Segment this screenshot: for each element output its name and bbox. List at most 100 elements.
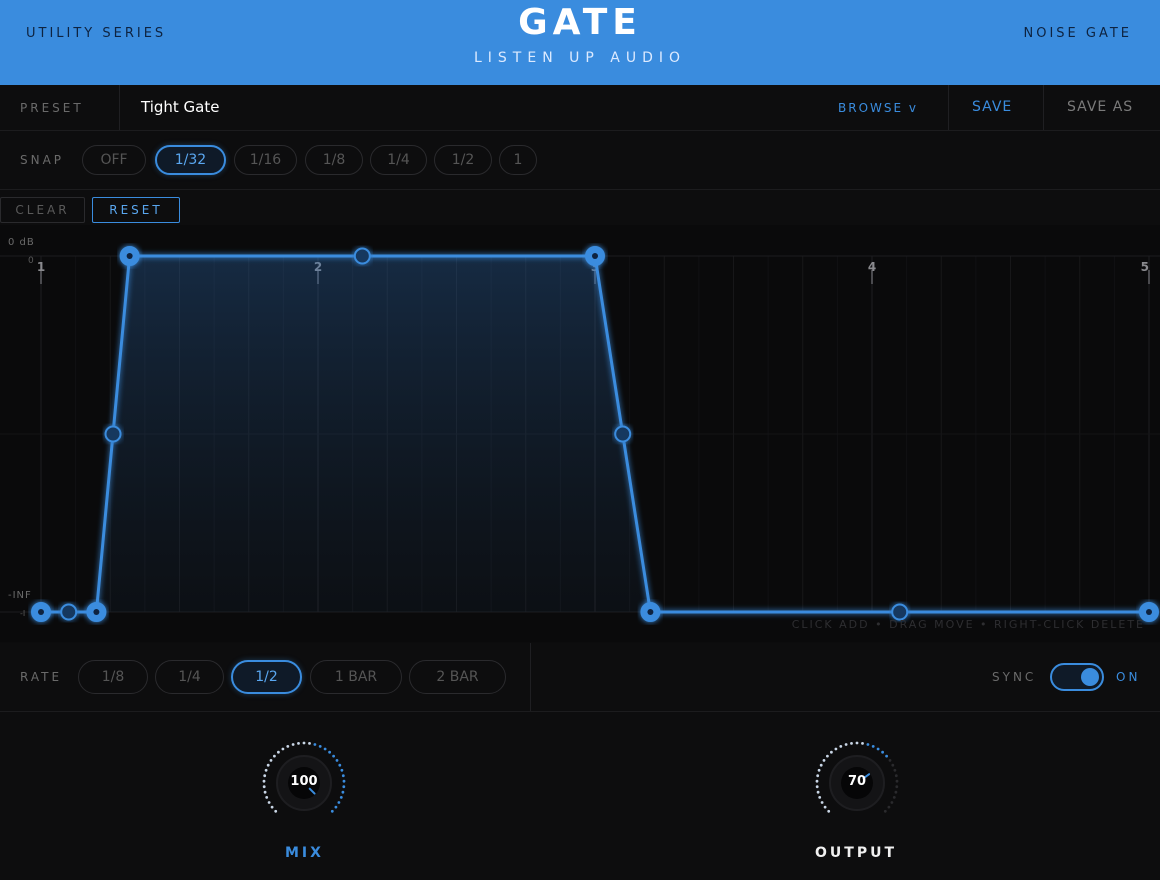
divider <box>119 85 120 130</box>
envelope-point-center <box>592 253 598 259</box>
knob-scale-dot <box>894 790 898 794</box>
knob-scale-dot <box>328 750 331 754</box>
knob-scale-dot <box>330 809 334 813</box>
knob-scale-dot <box>323 747 327 751</box>
knob-scale-dot <box>332 754 335 758</box>
output-knob[interactable]: 70 <box>811 737 903 829</box>
snap-option-1-32[interactable]: 1/32 <box>155 145 226 175</box>
envelope-graph[interactable]: 0 dB 0 -INF -I 12345 CLICK ADD • DRAG MO… <box>0 225 1160 642</box>
rate-option-1-8[interactable]: 1/8 <box>78 660 148 694</box>
save-button[interactable]: SAVE <box>972 99 1012 115</box>
output-label: OUTPUT <box>815 845 897 861</box>
envelope-point-center <box>647 609 654 615</box>
knob-scale-dot <box>844 743 848 746</box>
divider <box>948 85 949 130</box>
knob-scale-dot <box>861 742 864 745</box>
rate-label: RATE <box>20 670 63 684</box>
knob-scale-dot <box>887 805 891 809</box>
knob-scale-dot <box>308 742 311 745</box>
knob-scale-dot <box>820 801 824 804</box>
beat-label: 4 <box>868 260 876 274</box>
snap-option-1-8[interactable]: 1/8 <box>305 145 363 175</box>
rate-option-2-bar[interactable]: 2 BAR <box>409 660 506 694</box>
rate-option-1-2[interactable]: 1/2 <box>231 660 302 694</box>
snap-option-off[interactable]: OFF <box>82 145 146 175</box>
divider <box>530 643 531 711</box>
knob-scale-dot <box>881 750 884 754</box>
knob-scale-dot <box>855 741 859 745</box>
y-top-label: 0 dB <box>8 237 35 248</box>
envelope-point-center <box>1146 609 1152 615</box>
knob-scale-dot <box>341 790 345 794</box>
browse-button[interactable]: BROWSE v <box>838 101 918 115</box>
y-bottom-tick: -I <box>20 609 25 618</box>
sync-toggle[interactable] <box>1050 663 1104 691</box>
envelope-editor[interactable]: 0 dB 0 -INF -I 12345 CLICK ADD • DRAG MO… <box>0 225 1160 642</box>
rate-option-1-bar[interactable]: 1 BAR <box>310 660 402 694</box>
knob-scale-dot <box>830 750 833 754</box>
knob-scale-dot <box>816 790 820 794</box>
knob-scale-dot <box>334 805 338 809</box>
snap-option-1-4[interactable]: 1/4 <box>370 145 427 175</box>
knob-scale-dot <box>286 745 290 748</box>
mix-label: MIX <box>285 845 324 861</box>
knob-scale-dot <box>871 745 875 748</box>
plugin-type-label: NOISE GATE <box>1023 26 1132 41</box>
graph-hint: CLICK ADD • DRAG MOVE • RIGHT-CLICK DELE… <box>792 618 1145 631</box>
brand-subtitle: LISTEN UP AUDIO <box>473 50 687 66</box>
knob-scale-dot <box>891 763 895 767</box>
snap-bar: SNAP OFF 1/32 1/16 1/8 1/4 1/2 1 <box>0 131 1160 190</box>
y-bottom-label: -INF <box>8 590 32 601</box>
knob-scale-dot <box>265 796 269 799</box>
snap-option-1[interactable]: 1 <box>499 145 537 175</box>
knob-scale-dot <box>273 754 276 758</box>
divider <box>1043 85 1044 130</box>
snap-label: SNAP <box>20 153 65 167</box>
envelope-point-center <box>126 253 133 259</box>
knob-scale-dot <box>876 747 880 751</box>
preset-name[interactable]: Tight Gate <box>141 98 219 116</box>
reset-button[interactable]: RESET <box>92 197 180 223</box>
knob-scale-dot <box>340 768 344 772</box>
knob-scale-dot <box>270 805 274 809</box>
beat-label: 1 <box>37 260 45 274</box>
envelope-point[interactable] <box>104 425 122 443</box>
knob-panel: 100 MIX 70 OUTPUT <box>0 712 1160 880</box>
knob-scale-dot <box>274 809 278 813</box>
snap-option-1-16[interactable]: 1/16 <box>234 145 297 175</box>
knob-scale-dot <box>839 745 843 748</box>
knob-scale-dot <box>885 754 888 758</box>
knob-scale-dot <box>819 763 823 767</box>
knob-scale-dot <box>267 801 271 804</box>
sync-label: SYNC <box>992 670 1037 684</box>
knob-scale-dot <box>890 801 894 804</box>
knob-scale-dot <box>297 742 300 745</box>
knob-scale-dot <box>277 750 280 754</box>
knob-scale-dot <box>291 743 295 746</box>
knob-scale-dot <box>339 796 343 799</box>
knob-scale-dot <box>263 790 267 794</box>
knob-scale-dot <box>302 741 306 745</box>
envelope-point[interactable] <box>60 603 78 621</box>
rate-option-1-4[interactable]: 1/4 <box>155 660 224 694</box>
knob-scale-dot <box>817 768 821 772</box>
preset-bar: PRESET Tight Gate BROWSE v SAVE SAVE AS <box>0 85 1160 131</box>
output-value: 70 <box>847 774 867 789</box>
knob-scale-dot <box>318 745 322 748</box>
knob-scale-dot <box>337 801 341 804</box>
knob-scale-dot <box>269 759 273 762</box>
knob-scale-dot <box>892 796 896 799</box>
knob-scale-dot <box>893 768 897 772</box>
plugin-title: GATE <box>518 2 642 43</box>
mix-knob[interactable]: 100 <box>258 737 350 829</box>
beat-label: 5 <box>1141 260 1149 274</box>
clear-button[interactable]: CLEAR <box>0 197 85 223</box>
envelope-point[interactable] <box>614 425 632 443</box>
y-top-tick: 0 <box>28 256 34 266</box>
knob-scale-dot <box>266 763 270 767</box>
knob-scale-dot <box>818 796 822 799</box>
knob-scale-dot <box>850 742 853 745</box>
snap-option-1-2[interactable]: 1/2 <box>434 145 492 175</box>
save-as-button[interactable]: SAVE AS <box>1067 99 1133 115</box>
envelope-point[interactable] <box>353 247 371 265</box>
